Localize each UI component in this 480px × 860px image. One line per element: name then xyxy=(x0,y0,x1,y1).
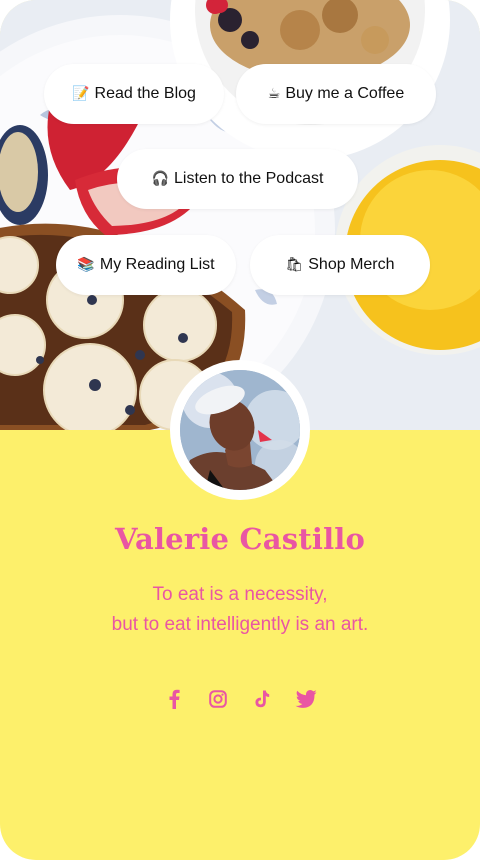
profile-name: Valerie Castillo xyxy=(114,522,366,556)
buy-me-a-coffee-label: Buy me a Coffee xyxy=(285,85,405,102)
memo-icon: 📝 xyxy=(72,86,90,102)
instagram-icon[interactable] xyxy=(207,688,229,710)
my-reading-list-button[interactable]: 📚 My Reading List xyxy=(56,235,236,295)
headphones-icon: 🎧 xyxy=(151,171,169,187)
read-the-blog-label: Read the Blog xyxy=(94,85,196,102)
tiktok-icon[interactable] xyxy=(251,688,273,710)
listen-to-the-podcast-button[interactable]: 🎧 Listen to the Podcast xyxy=(117,149,358,209)
avatar-photo xyxy=(180,370,300,490)
coffee-icon: ☕ xyxy=(267,86,281,102)
buy-me-a-coffee-button[interactable]: ☕ Buy me a Coffee xyxy=(236,64,436,124)
portrait-image xyxy=(180,370,300,490)
bio-line-2: but to eat intelligently is an art. xyxy=(111,614,369,635)
profile-page: 📝 Read the Blog ☕ Buy me a Coffee 🎧 List… xyxy=(0,0,480,860)
my-reading-list-label: My Reading List xyxy=(99,256,215,273)
profile-bio: To eat is a necessity, but to eat intell… xyxy=(0,580,480,640)
shopping-bags-icon: 🛍 xyxy=(285,257,304,273)
twitter-icon[interactable] xyxy=(295,688,317,710)
read-the-blog-button[interactable]: 📝 Read the Blog xyxy=(44,64,224,124)
bio-line-1: To eat is a necessity, xyxy=(152,584,328,605)
shop-merch-label: Shop Merch xyxy=(308,256,395,273)
listen-to-the-podcast-label: Listen to the Podcast xyxy=(174,170,324,187)
books-icon: 📚 xyxy=(77,257,95,273)
facebook-icon[interactable] xyxy=(163,688,185,710)
social-links xyxy=(0,688,480,710)
shop-merch-button[interactable]: 🛍 Shop Merch xyxy=(250,235,430,295)
avatar xyxy=(170,360,310,500)
